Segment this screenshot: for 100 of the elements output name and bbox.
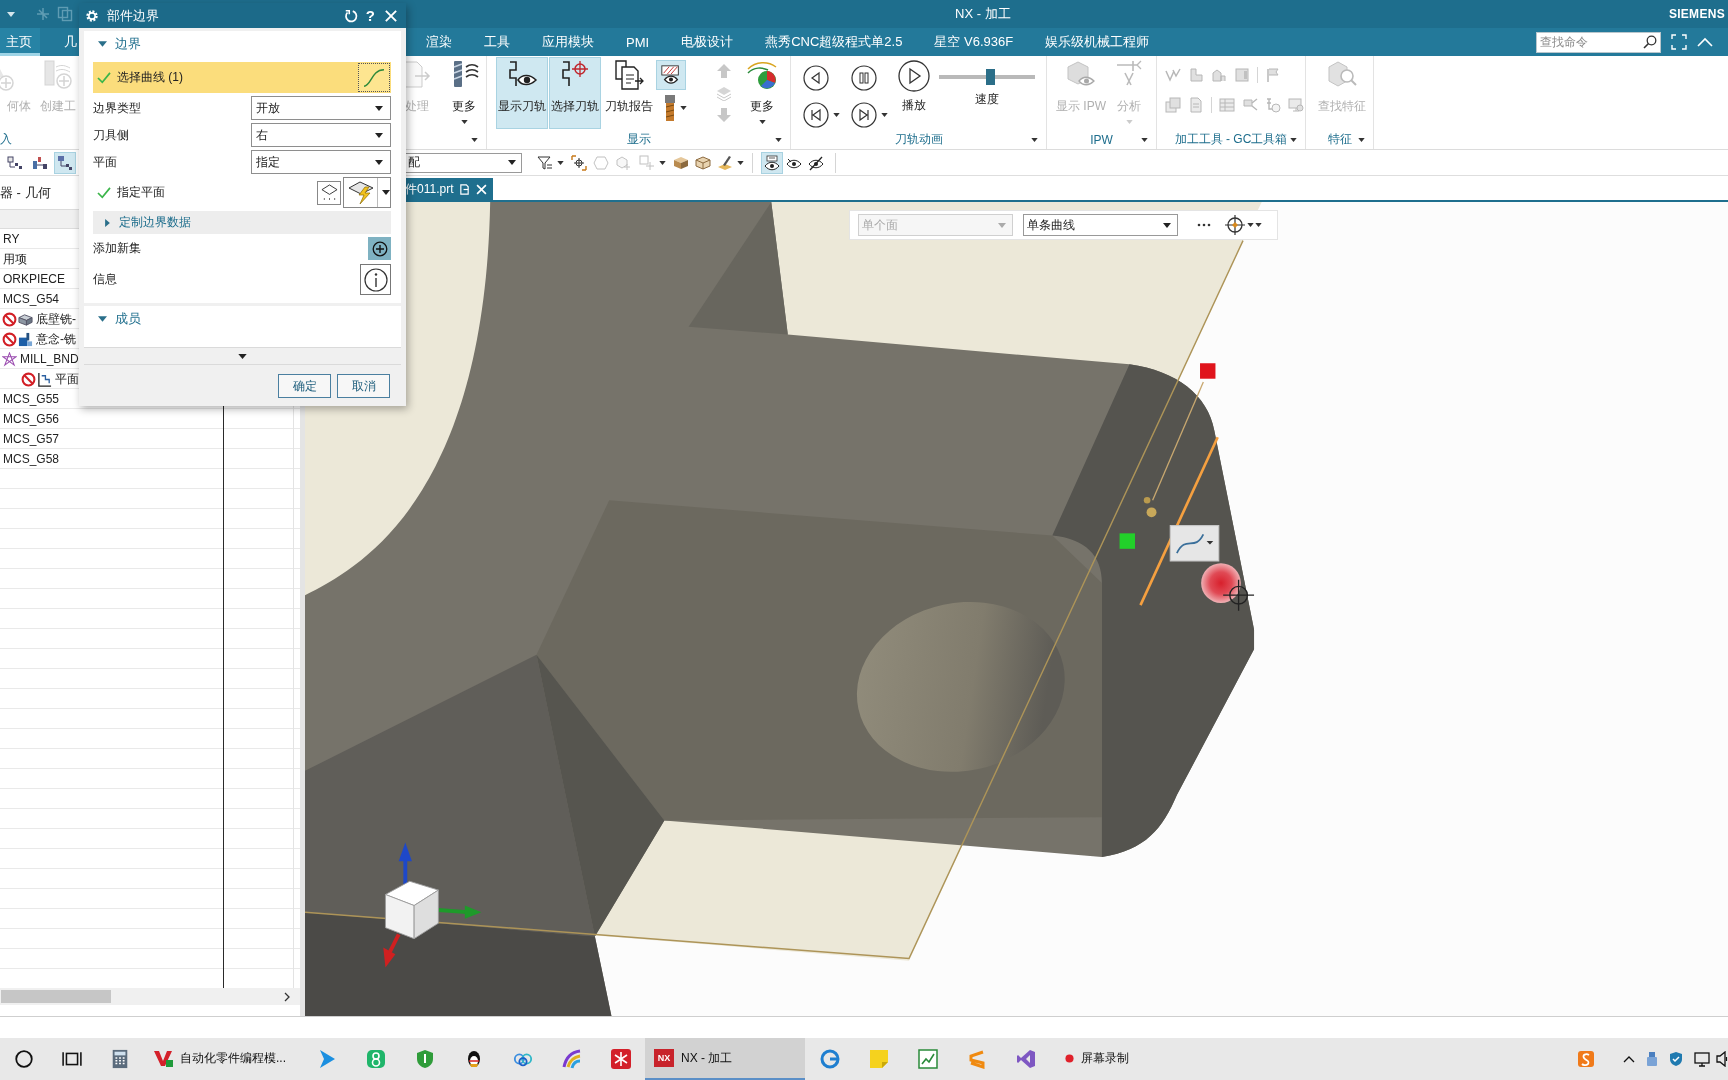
tree-item[interactable]: RY xyxy=(3,232,20,246)
chevron-up-icon[interactable] xyxy=(1623,1055,1635,1063)
more-button[interactable]: 更多 xyxy=(447,57,481,129)
dialog-button[interactable]: 取消 xyxy=(337,374,390,398)
add-set-button[interactable] xyxy=(368,237,391,260)
info-button[interactable] xyxy=(360,264,391,295)
dropdown-caret-icon[interactable] xyxy=(375,132,383,138)
dropdown-caret-icon[interactable] xyxy=(382,190,390,195)
endpoint-handle-icon[interactable] xyxy=(1200,363,1216,379)
pause-icon[interactable] xyxy=(851,65,877,91)
filter-dropdown[interactable]: 配 xyxy=(404,152,522,173)
group-menu-caret-icon[interactable] xyxy=(775,137,782,142)
dropdown-caret-icon[interactable] xyxy=(881,113,888,117)
horizontal-scrollbar[interactable] xyxy=(0,988,300,1005)
section-header[interactable]: 边界 xyxy=(93,31,391,57)
group-menu-caret-icon[interactable] xyxy=(1031,137,1038,142)
tree-item[interactable]: MILL_BND xyxy=(20,352,79,366)
dropdown[interactable]: 指定 xyxy=(251,150,391,174)
tree-item[interactable]: ORKPIECE xyxy=(3,272,65,286)
tree-item[interactable]: MCS_G56 xyxy=(3,412,60,426)
circle-icon[interactable] xyxy=(14,1049,34,1069)
group-menu-caret-icon[interactable] xyxy=(471,137,478,142)
dropdown-caret-icon[interactable] xyxy=(460,120,468,124)
taskbar-app-button[interactable]: NX NX - 加工 xyxy=(645,1038,805,1080)
tree-item[interactable]: 底壁铣- xyxy=(36,310,76,328)
menu-tab[interactable]: PMI xyxy=(620,28,658,56)
tree-item[interactable]: 平面 xyxy=(55,370,79,388)
ring-logo-icon[interactable] xyxy=(819,1049,840,1069)
taskbar-app-button[interactable]: 屏幕录制 xyxy=(1050,1038,1207,1080)
close-icon[interactable] xyxy=(385,9,397,22)
hatch-eye-icon[interactable] xyxy=(656,60,686,90)
shield-icon[interactable] xyxy=(1668,1051,1684,1067)
dropdown-caret-icon[interactable] xyxy=(375,159,383,165)
dropdown-caret-icon[interactable] xyxy=(758,120,766,124)
calculator-icon[interactable] xyxy=(110,1049,130,1069)
step-back-icon[interactable] xyxy=(803,65,829,91)
chart-app-icon[interactable] xyxy=(917,1049,938,1069)
menu-tab[interactable]: 电极设计 xyxy=(675,28,742,56)
menu-tab[interactable]: 主页 xyxy=(0,28,40,56)
close-icon[interactable] xyxy=(476,183,488,195)
curve-rule-popup[interactable] xyxy=(1169,525,1220,562)
plane-dialog-button[interactable] xyxy=(317,180,341,205)
curve-rule-dropdown[interactable]: 单条曲线 xyxy=(1023,214,1178,236)
menu-tab[interactable]: 星空 V6.936F xyxy=(928,28,1022,56)
menu-tab[interactable]: 渲染 xyxy=(420,28,460,56)
settings-icon[interactable] xyxy=(85,8,99,23)
curve-select-button[interactable] xyxy=(358,63,390,92)
usb-device-icon[interactable] xyxy=(1644,1051,1660,1067)
select-curve-row[interactable]: 选择曲线 (1) xyxy=(93,62,391,93)
play-button[interactable]: 播放 xyxy=(898,57,930,129)
section-header[interactable]: 成员 xyxy=(93,306,391,332)
tree-item[interactable]: MCS_G55 xyxy=(3,392,60,406)
curve-tile-icon[interactable] xyxy=(1578,1051,1594,1067)
group-menu-caret-icon[interactable] xyxy=(1358,137,1365,142)
menu-tab[interactable]: 工具 xyxy=(478,28,518,56)
menu-tab[interactable]: 娱乐级机械工程师 xyxy=(1039,28,1158,56)
tree-item[interactable]: 用项 xyxy=(3,250,27,268)
dropdown-caret-icon[interactable] xyxy=(833,113,840,117)
dialog-button[interactable]: 确定 xyxy=(278,374,331,398)
skip-to-end-icon[interactable] xyxy=(851,102,877,128)
tree-item[interactable]: MCS_G57 xyxy=(3,432,60,446)
coordinate-eye-icon[interactable] xyxy=(761,151,783,174)
reset-icon[interactable] xyxy=(343,8,358,23)
monitor-icon[interactable] xyxy=(1694,1051,1710,1067)
inferred-plane-button[interactable] xyxy=(343,177,391,208)
dropdown[interactable]: 开放 xyxy=(251,96,391,120)
search-icon[interactable] xyxy=(1643,34,1657,49)
menu-tab[interactable]: 燕秀CNC超级程式单2.5 xyxy=(759,28,911,56)
end-mill-icon[interactable] xyxy=(664,95,676,121)
tree-item[interactable]: 意念-铣 xyxy=(36,330,76,348)
search-field[interactable]: 查找命令 xyxy=(1536,31,1661,53)
dropdown-caret-icon[interactable] xyxy=(737,160,744,165)
more-icon[interactable] xyxy=(1197,223,1211,227)
group-menu-caret-icon[interactable] xyxy=(1290,137,1297,142)
collapse-caret-icon[interactable] xyxy=(1697,37,1713,47)
dropdown[interactable]: 右 xyxy=(251,123,391,147)
dropdown-caret-icon[interactable] xyxy=(557,160,564,165)
dropdown-caret-icon[interactable] xyxy=(1163,222,1171,228)
show-toolpath-button[interactable]: 显示刀轨 xyxy=(496,57,548,129)
shield-icon[interactable] xyxy=(414,1049,435,1069)
dropdown-caret-icon[interactable] xyxy=(375,105,383,111)
more-button[interactable]: 更多 xyxy=(744,57,780,129)
dropdown-caret-icon[interactable] xyxy=(659,160,666,165)
tree-item[interactable]: MCS_G58 xyxy=(3,452,60,466)
rounded-tile-icon[interactable] xyxy=(365,1049,386,1069)
menu-tab[interactable]: 应用模块 xyxy=(536,28,602,56)
scrollbar-thumb[interactable] xyxy=(1,990,111,1003)
snap-target-icon[interactable] xyxy=(1224,214,1246,236)
dropdown-caret-icon[interactable] xyxy=(508,160,516,165)
scroll-right-icon[interactable] xyxy=(284,991,290,1002)
skip-to-start-icon[interactable] xyxy=(803,102,829,128)
group-menu-caret-icon[interactable] xyxy=(1141,137,1148,142)
expand-more-icon[interactable] xyxy=(238,353,247,359)
folded-logo-icon[interactable] xyxy=(1015,1049,1036,1069)
subsection-header[interactable]: 定制边界数据 xyxy=(93,211,391,234)
speaker-icon[interactable] xyxy=(1716,1051,1728,1067)
node-tree-icon[interactable] xyxy=(54,151,76,174)
page-edit-icon[interactable] xyxy=(459,183,471,195)
taskbar-app-button[interactable]: 自动化零件编程模... xyxy=(144,1038,302,1080)
fullscreen-icon[interactable] xyxy=(1671,34,1687,50)
